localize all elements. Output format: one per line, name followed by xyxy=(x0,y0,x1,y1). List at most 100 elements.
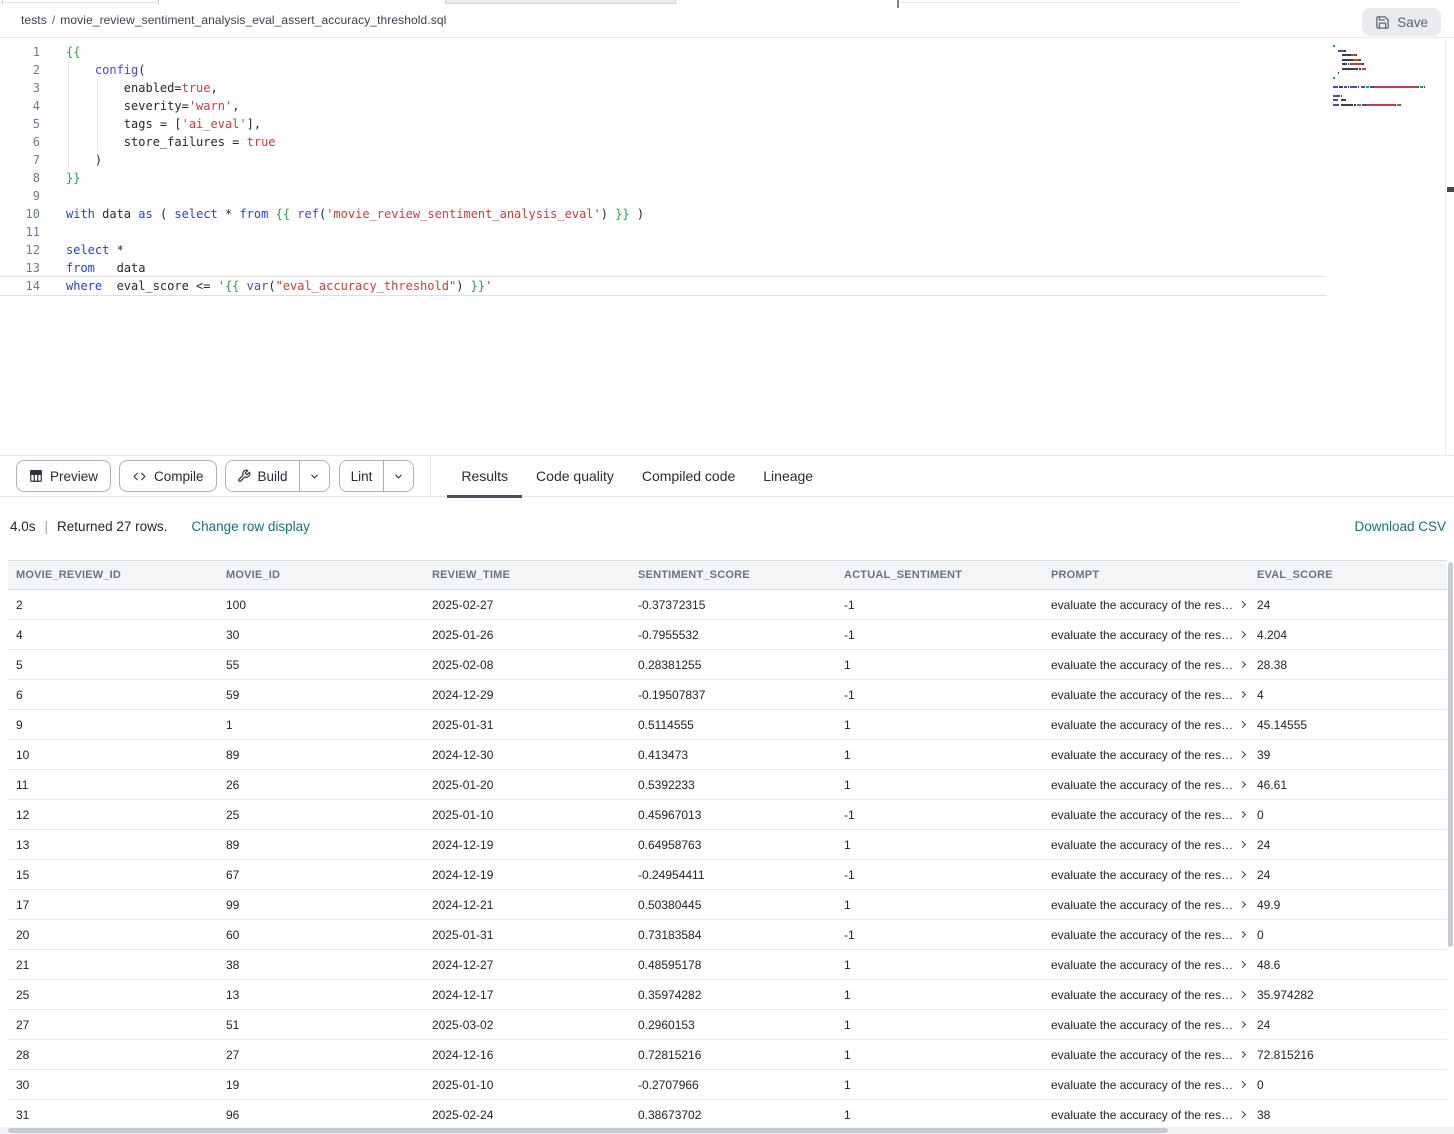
editor-minimap[interactable] xyxy=(1333,45,1445,108)
cell-movie_review_id: 13 xyxy=(8,830,218,859)
prompt-expand-icon[interactable] xyxy=(1239,901,1246,908)
cell-prompt: evaluate the accuracy of the res… xyxy=(1043,770,1249,799)
cell-eval_score: 24 xyxy=(1249,860,1447,889)
prompt-text: evaluate the accuracy of the res… xyxy=(1051,748,1233,762)
prompt-expand-icon[interactable] xyxy=(1239,871,1246,878)
code-line: 11 xyxy=(0,223,1454,241)
prompt-expand-icon[interactable] xyxy=(1239,781,1246,788)
prompt-expand-icon[interactable] xyxy=(1239,1111,1246,1118)
cell-movie_id: 26 xyxy=(218,770,424,799)
cell-eval_score: 28.38 xyxy=(1249,650,1447,679)
cell-prompt: evaluate the accuracy of the res… xyxy=(1043,920,1249,949)
rows-returned-text: Returned 27 rows. xyxy=(57,519,167,534)
build-button[interactable]: Build xyxy=(226,461,299,491)
cell-eval_score: 72.815216 xyxy=(1249,1040,1447,1069)
prompt-expand-icon[interactable] xyxy=(1239,961,1246,968)
prompt-expand-icon[interactable] xyxy=(1239,601,1246,608)
prompt-expand-icon[interactable] xyxy=(1239,631,1246,638)
build-dropdown-button[interactable] xyxy=(299,461,329,491)
wrench-icon xyxy=(237,469,251,483)
breadcrumb: tests/movie_review_sentiment_analysis_ev… xyxy=(21,13,446,27)
tab-label: Code quality xyxy=(536,468,614,484)
prompt-expand-icon[interactable] xyxy=(1239,661,1246,668)
table-row: 31962025-02-240.386737021evaluate the ac… xyxy=(8,1100,1447,1130)
preview-button[interactable]: Preview xyxy=(16,460,111,492)
tab-code-quality[interactable]: Code quality xyxy=(522,456,628,497)
chevron-down-icon xyxy=(393,471,404,482)
change-row-display-link[interactable]: Change row display xyxy=(191,519,310,534)
code-line: 2 config( xyxy=(0,61,1454,79)
query-time: 4.0s xyxy=(10,519,36,534)
cell-eval_score: 48.6 xyxy=(1249,950,1447,979)
prompt-expand-icon[interactable] xyxy=(1239,811,1246,818)
prompt-text: evaluate the accuracy of the res… xyxy=(1051,688,1233,702)
cell-movie_review_id: 9 xyxy=(8,710,218,739)
prompt-expand-icon[interactable] xyxy=(1239,1051,1246,1058)
cell-movie_review_id: 30 xyxy=(8,1070,218,1099)
cell-sentiment_score: -0.37372315 xyxy=(630,590,836,619)
compile-button[interactable]: Compile xyxy=(119,460,217,492)
cell-actual_sentiment: -1 xyxy=(836,920,1043,949)
results-horizontal-scrollbar[interactable] xyxy=(8,1128,1168,1133)
cell-review_time: 2025-01-31 xyxy=(424,920,630,949)
tab-lineage[interactable]: Lineage xyxy=(749,456,827,497)
code-line: 5 tags = ['ai_eval'], xyxy=(0,115,1454,133)
line-number: 7 xyxy=(0,151,40,169)
lint-button-label: Lint xyxy=(351,469,373,484)
tab-compiled-code[interactable]: Compiled code xyxy=(628,456,749,497)
lint-button[interactable]: Lint xyxy=(340,461,384,491)
column-header-actual_sentiment: ACTUAL_SENTIMENT xyxy=(836,561,1043,589)
cell-prompt: evaluate the accuracy of the res… xyxy=(1043,980,1249,1009)
cell-actual_sentiment: -1 xyxy=(836,590,1043,619)
lint-dropdown-button[interactable] xyxy=(383,461,413,491)
prompt-text: evaluate the accuracy of the res… xyxy=(1051,718,1233,732)
cell-movie_review_id: 12 xyxy=(8,800,218,829)
prompt-expand-icon[interactable] xyxy=(1239,1081,1246,1088)
line-number: 12 xyxy=(0,241,40,259)
code-lines: 1{{2 config(3 enabled=true,4 severity='w… xyxy=(0,43,1454,295)
prompt-expand-icon[interactable] xyxy=(1239,1021,1246,1028)
code-editor[interactable]: 1{{2 config(3 enabled=true,4 severity='w… xyxy=(0,39,1454,456)
cell-movie_review_id: 6 xyxy=(8,680,218,709)
cell-movie_review_id: 28 xyxy=(8,1040,218,1069)
cell-sentiment_score: -0.2707966 xyxy=(630,1070,836,1099)
prompt-expand-icon[interactable] xyxy=(1239,841,1246,848)
cell-sentiment_score: 0.5114555 xyxy=(630,710,836,739)
prompt-expand-icon[interactable] xyxy=(1239,991,1246,998)
cell-actual_sentiment: 1 xyxy=(836,770,1043,799)
tab-label: Lineage xyxy=(763,468,813,484)
cell-sentiment_score: 0.28381255 xyxy=(630,650,836,679)
editor-scrollbar-thumb[interactable] xyxy=(1447,187,1454,192)
line-number: 8 xyxy=(0,169,40,187)
results-tabs: Results Code quality Compiled code Linea… xyxy=(447,456,827,497)
column-header-review_time: REVIEW_TIME xyxy=(424,561,630,589)
table-row: 21382024-12-270.485951781evaluate the ac… xyxy=(8,950,1447,980)
cell-movie_id: 89 xyxy=(218,740,424,769)
cell-eval_score: 0 xyxy=(1249,920,1447,949)
code-line: 7 ) xyxy=(0,151,1454,169)
download-csv-link[interactable]: Download CSV xyxy=(1354,519,1446,534)
prompt-expand-icon[interactable] xyxy=(1239,751,1246,758)
tab-results[interactable]: Results xyxy=(447,456,522,497)
table-row: 28272024-12-160.728152161evaluate the ac… xyxy=(8,1040,1447,1070)
line-number: 14 xyxy=(0,277,40,295)
cell-movie_id: 25 xyxy=(218,800,424,829)
cell-movie_id: 19 xyxy=(218,1070,424,1099)
cell-review_time: 2024-12-16 xyxy=(424,1040,630,1069)
tab-label: Results xyxy=(461,468,508,484)
prompt-expand-icon[interactable] xyxy=(1239,721,1246,728)
results-vertical-scrollbar[interactable] xyxy=(1448,562,1453,947)
cell-actual_sentiment: -1 xyxy=(836,800,1043,829)
prompt-expand-icon[interactable] xyxy=(1239,691,1246,698)
save-button[interactable]: Save xyxy=(1362,8,1441,36)
cell-movie_id: 13 xyxy=(218,980,424,1009)
cell-movie_review_id: 15 xyxy=(8,860,218,889)
prompt-expand-icon[interactable] xyxy=(1239,931,1246,938)
table-row: 25132024-12-170.359742821evaluate the ac… xyxy=(8,980,1447,1010)
cell-review_time: 2025-01-10 xyxy=(424,800,630,829)
file-header: tests/movie_review_sentiment_analysis_ev… xyxy=(0,5,1454,38)
tab-strip-edge xyxy=(0,2,158,3)
line-number: 4 xyxy=(0,97,40,115)
results-status-bar: 4.0s | Returned 27 rows. Change row disp… xyxy=(0,497,1454,560)
cell-movie_review_id: 10 xyxy=(8,740,218,769)
